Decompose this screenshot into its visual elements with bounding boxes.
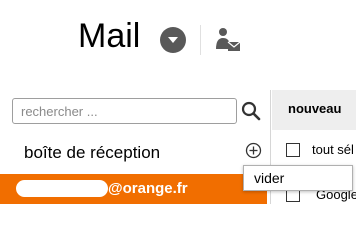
add-circle-icon[interactable]: [245, 142, 262, 159]
search-input[interactable]: [12, 98, 237, 124]
search-icon[interactable]: [240, 98, 262, 124]
header-divider: [200, 25, 201, 55]
account-folder[interactable]: @orange.fr: [0, 174, 267, 204]
toolbar: nouveau: [272, 90, 356, 130]
new-message-button[interactable]: nouveau: [288, 101, 341, 116]
chevron-down-icon[interactable]: [160, 27, 186, 53]
redacted-email: [16, 180, 108, 197]
sidebar: boîte de réception @orange.fr: [0, 90, 267, 204]
folder-inbox[interactable]: boîte de réception: [0, 138, 267, 170]
empty-folder-menu[interactable]: vider: [243, 165, 353, 191]
header: Mail: [0, 0, 356, 82]
account-domain: @orange.fr: [108, 180, 188, 197]
select-all-checkbox[interactable]: [286, 143, 300, 157]
page-title: Mail: [78, 17, 141, 55]
empty-folder-option[interactable]: vider: [254, 170, 284, 186]
contact-mail-icon[interactable]: [213, 25, 243, 55]
folder-label: boîte de réception: [24, 143, 161, 162]
select-all-label: tout sél: [312, 142, 354, 157]
